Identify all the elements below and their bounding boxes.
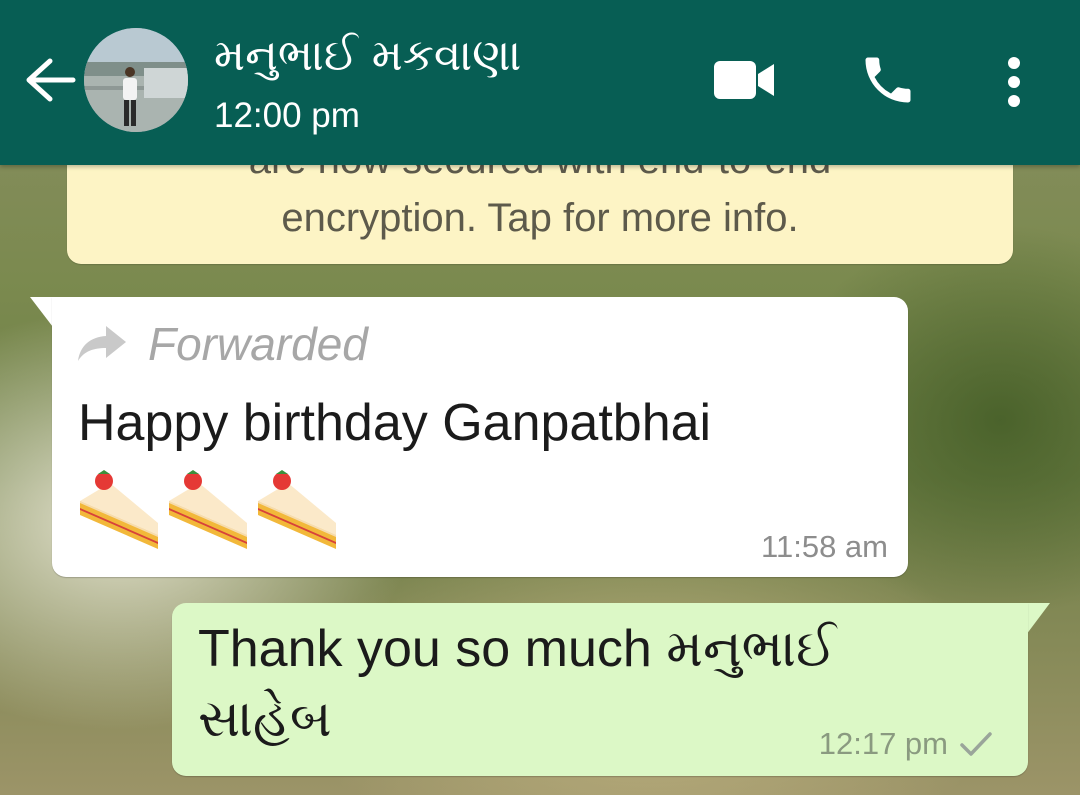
forward-arrow-icon	[78, 326, 126, 361]
contact-avatar[interactable]	[84, 28, 188, 132]
arrow-left-icon	[26, 58, 76, 102]
contact-name[interactable]: મનુભાઈ મકવાણા	[214, 30, 521, 81]
shortcake-emoji-icon	[80, 470, 158, 549]
videocam-icon	[714, 61, 774, 99]
last-seen-status: 12:00 pm	[214, 96, 360, 135]
video-call-button[interactable]	[706, 52, 782, 108]
phone-icon	[865, 57, 911, 103]
emoji-row	[76, 465, 343, 553]
single-check-icon	[960, 732, 992, 756]
incoming-message-bubble[interactable]: Forwarded Happy birthday Ganpatbhai 11:5…	[52, 297, 908, 577]
incoming-message-text: Happy birthday Ganpatbhai	[78, 394, 712, 452]
more-vertical-icon	[1008, 57, 1020, 107]
shortcake-emoji-icon	[258, 470, 336, 549]
incoming-message-time: 11:58 am	[761, 529, 888, 564]
chat-screen: મનુભાઈ મકવાણા 12:00 pm are now secured w…	[0, 0, 1080, 795]
shortcake-emoji-icon	[169, 470, 247, 549]
outgoing-message-text-line2: સાહેબ	[198, 690, 332, 748]
encryption-notice-line2: encryption. Tap for more info.	[281, 196, 799, 240]
chat-header: મનુભાઈ મકવાણા 12:00 pm	[0, 0, 1080, 165]
outgoing-message-time: 12:17 pm	[818, 726, 948, 761]
outgoing-message-text-line1: Thank you so much મનુભાઈ	[198, 620, 837, 678]
forwarded-indicator: Forwarded	[76, 317, 368, 371]
outgoing-message-bubble[interactable]: Thank you so much મનુભાઈ સાહેબ 12:17 pm	[172, 603, 1028, 776]
outgoing-bubble-tail	[1026, 603, 1050, 635]
voice-call-button[interactable]	[852, 44, 924, 116]
overflow-menu-button[interactable]	[988, 46, 1040, 118]
forwarded-label: Forwarded	[148, 318, 368, 370]
outgoing-message-meta: 12:17 pm	[819, 726, 994, 762]
back-button[interactable]	[18, 48, 82, 112]
